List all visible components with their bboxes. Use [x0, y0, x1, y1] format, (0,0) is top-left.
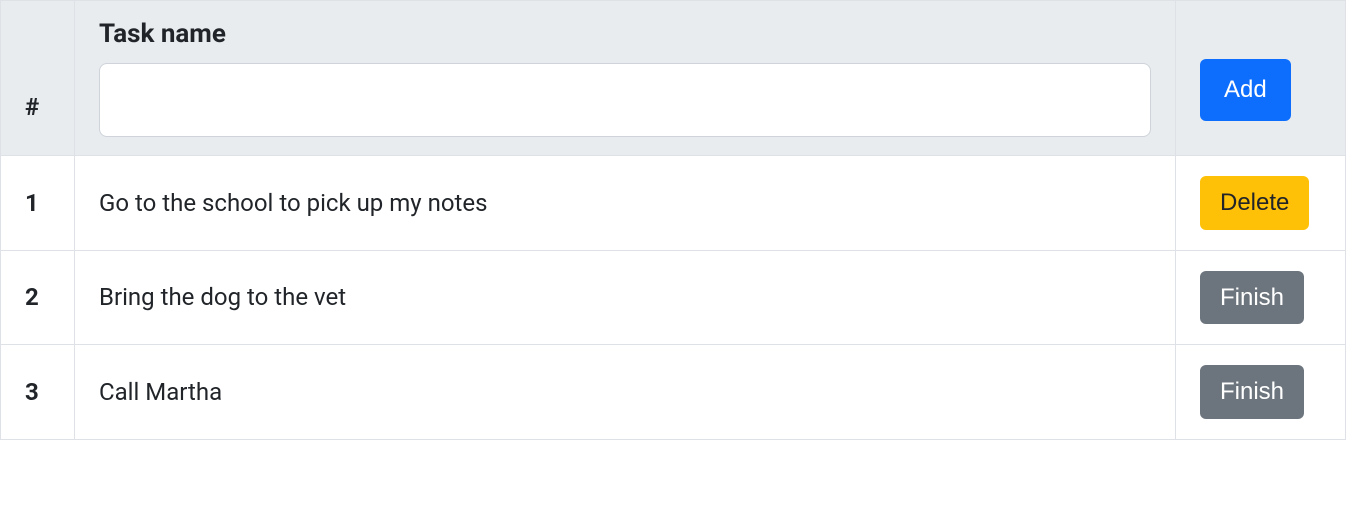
row-index: 2 — [1, 250, 75, 345]
column-header-index: # — [1, 1, 75, 156]
task-table: # Task name Add 1Go to the school to pic… — [0, 0, 1346, 440]
row-action-cell: Delete — [1176, 156, 1346, 251]
row-action-cell: Finish — [1176, 250, 1346, 345]
finish-button[interactable]: Finish — [1200, 365, 1304, 419]
row-index: 3 — [1, 345, 75, 440]
row-task-name: Call Martha — [75, 345, 1176, 440]
table-row: 3Call Martha Finish — [1, 345, 1346, 440]
index-header-label: # — [25, 93, 39, 121]
delete-button[interactable]: Delete — [1200, 176, 1309, 230]
task-header-label: Task name — [99, 19, 1151, 49]
task-name-input[interactable] — [99, 63, 1151, 137]
row-action-cell: Finish — [1176, 345, 1346, 440]
finish-button[interactable]: Finish — [1200, 271, 1304, 325]
column-header-task: Task name — [75, 1, 1176, 156]
table-row: 1Go to the school to pick up my notes Del… — [1, 156, 1346, 251]
row-task-name: Go to the school to pick up my notes — [75, 156, 1176, 251]
row-task-name: Bring the dog to the vet — [75, 250, 1176, 345]
table-row: 2Bring the dog to the vet Finish — [1, 250, 1346, 345]
column-header-action: Add — [1176, 1, 1346, 156]
add-button[interactable]: Add — [1200, 59, 1291, 121]
row-index: 1 — [1, 156, 75, 251]
